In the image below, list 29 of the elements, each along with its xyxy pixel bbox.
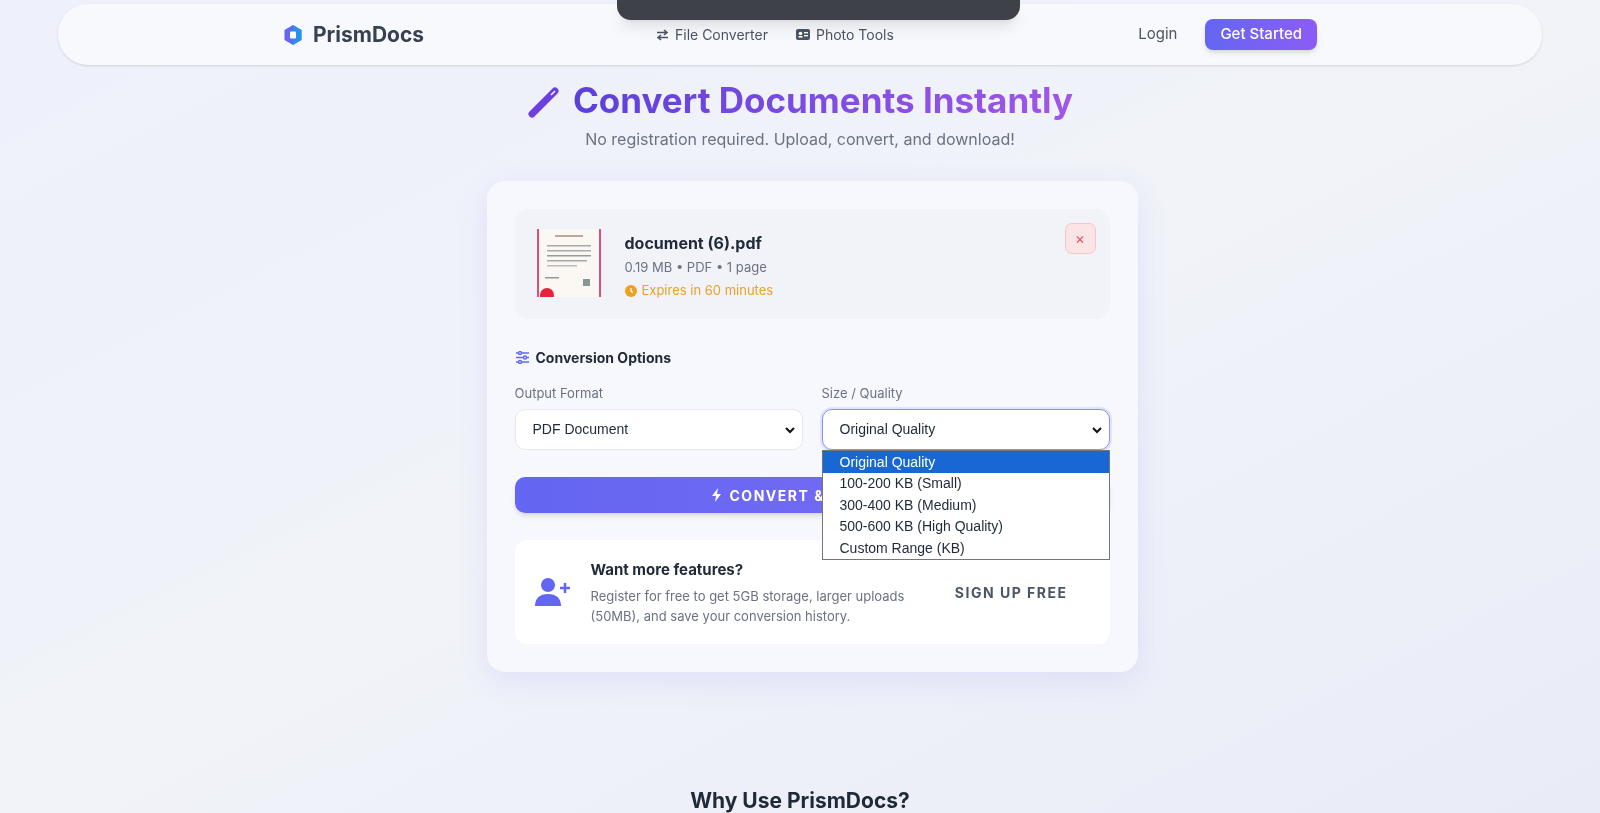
promo-text: Register for free to get 5GB storage, larger uploads (50MB), and save your conversion history. [590,586,906,626]
field-label: Output Format [514,383,604,403]
promo-title: Want more features? [590,559,744,581]
lightning-icon [710,488,722,503]
dropdown-option[interactable]: 300-400 KB (Medium) [822,494,1109,516]
section-heading: Why Use PrismDocs? [690,790,910,811]
field-label: Size / Quality [821,383,904,403]
login-link[interactable]: Login [1138,23,1178,46]
nav-link[interactable]: File Converter [656,24,768,45]
brand-name: PrismDocs [313,20,425,49]
get-started-button[interactable]: Get Started [1205,19,1317,50]
file-details: 0.19 MB • PDF • 1 page [624,257,768,277]
select-field[interactable]: Original Quality [821,409,1110,451]
hexagon-logo-icon [283,23,303,46]
dropdown-option[interactable]: Custom Range (KB) [822,537,1109,559]
sign-up-link[interactable]: SIGN UP FREE [954,581,1068,603]
swap-arrows-icon [656,28,669,41]
nav-link[interactable]: Photo Tools [795,24,894,45]
clock-icon [624,285,637,297]
id-card-icon [795,29,810,40]
select-field[interactable]: PDF Document [514,409,803,451]
add-user-icon [534,577,571,608]
expiry-notice: Expires in 60 minutes [641,281,774,301]
page-subtitle: No registration required. Upload, convert, and download! [585,127,1015,151]
section-title: Conversion Options [535,347,672,368]
dropdown-option[interactable]: 500-600 KB (High Quality) [822,515,1109,538]
sliders-icon [514,350,530,364]
dropdown-option[interactable]: Original Quality [822,451,1109,473]
file-name: document (6).pdf [624,231,763,255]
